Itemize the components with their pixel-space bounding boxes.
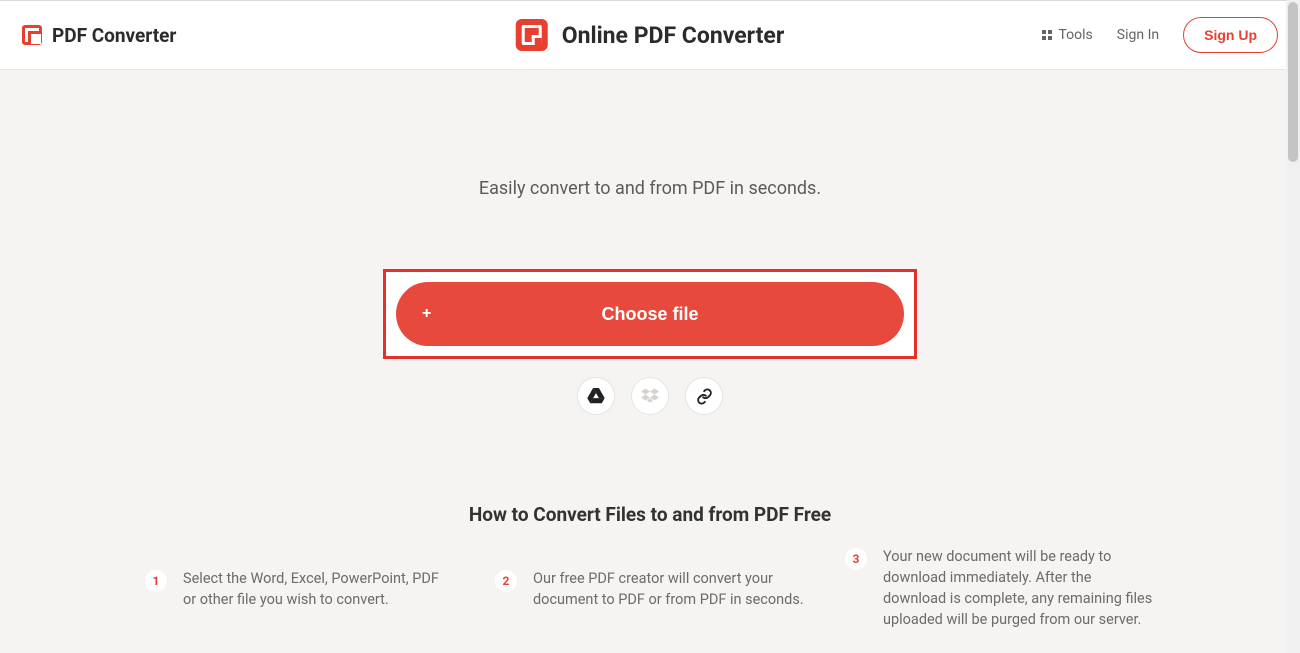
step-number: 3 [845, 548, 867, 570]
brand-left-text: PDF Converter [52, 24, 176, 47]
steps-row: 1 Select the Word, Excel, PowerPoint, PD… [145, 568, 1155, 630]
signup-button[interactable]: Sign Up [1183, 17, 1278, 53]
google-drive-icon [587, 388, 605, 404]
step-2: 2 Our free PDF creator will convert your… [495, 568, 805, 630]
dropbox-icon [641, 388, 659, 404]
choose-file-button[interactable]: + Choose file [396, 282, 904, 346]
signin-link[interactable]: Sign In [1117, 27, 1159, 43]
step-number: 2 [495, 570, 517, 592]
dropbox-button[interactable] [631, 377, 669, 415]
step-text: Select the Word, Excel, PowerPoint, PDF … [183, 568, 455, 610]
google-drive-button[interactable] [577, 377, 615, 415]
step-number: 1 [145, 570, 167, 592]
plus-icon: + [422, 305, 431, 323]
nav-right: Tools Sign In Sign Up [1042, 17, 1279, 53]
logo-big-icon [516, 19, 548, 51]
cloud-source-row [0, 377, 1300, 415]
step-3: 3 Your new document will be ready to dow… [845, 546, 1155, 630]
page-title: Online PDF Converter [562, 22, 785, 49]
choose-file-label: Choose file [601, 304, 698, 325]
scrollbar-thumb[interactable] [1288, 2, 1298, 162]
step-text: Our free PDF creator will convert your d… [533, 568, 805, 610]
choose-file-highlight-box: + Choose file [383, 269, 917, 359]
step-text: Your new document will be ready to downl… [883, 546, 1155, 630]
logo-icon [22, 25, 42, 45]
brand-center: Online PDF Converter [516, 19, 785, 51]
step-1: 1 Select the Word, Excel, PowerPoint, PD… [145, 568, 455, 630]
tools-link[interactable]: Tools [1042, 27, 1093, 43]
tools-label: Tools [1059, 27, 1093, 43]
top-navbar: PDF Converter Online PDF Converter Tools… [0, 0, 1300, 70]
main-area: Easily convert to and from PDF in second… [0, 70, 1300, 630]
url-button[interactable] [685, 377, 723, 415]
brand-left[interactable]: PDF Converter [22, 24, 176, 47]
howto-title: How to Convert Files to and from PDF Fre… [0, 503, 1300, 526]
vertical-scrollbar[interactable] [1286, 0, 1300, 653]
link-icon [696, 388, 713, 405]
subtitle: Easily convert to and from PDF in second… [0, 178, 1300, 199]
grid-icon [1042, 30, 1052, 40]
